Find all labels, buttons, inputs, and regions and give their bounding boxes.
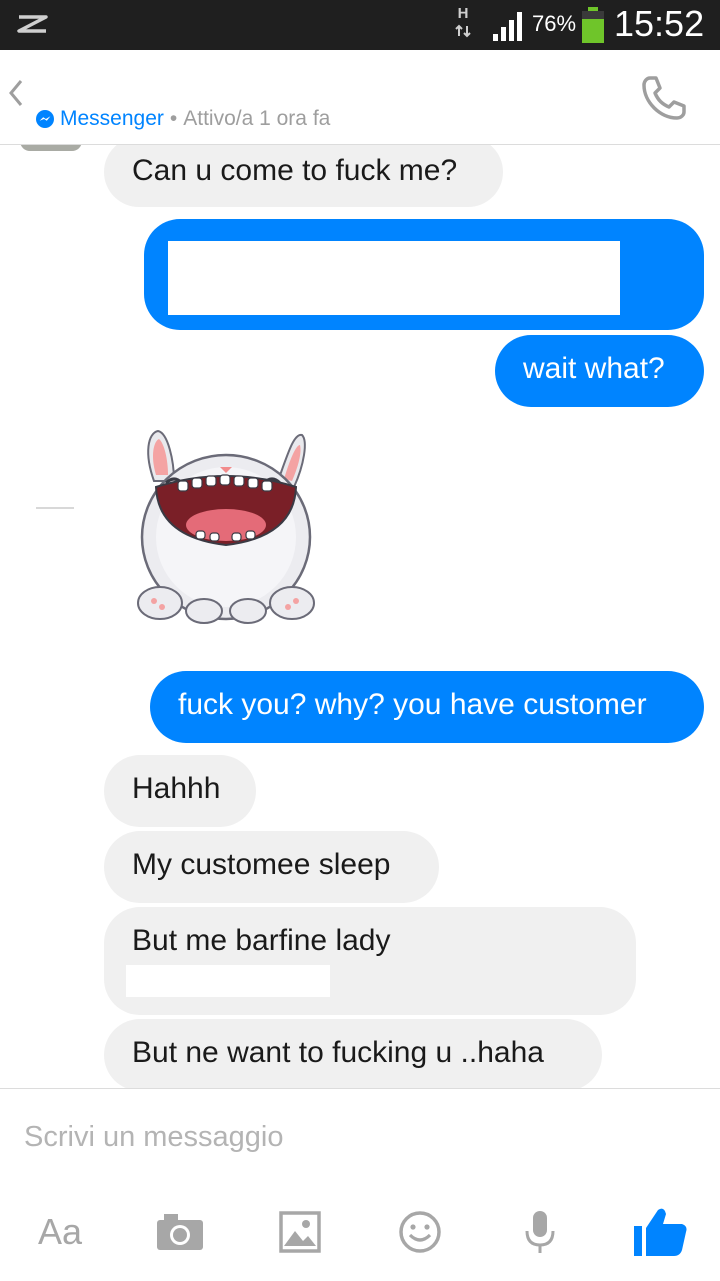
clock: 15:52 bbox=[614, 3, 705, 44]
like-button[interactable] bbox=[628, 1200, 692, 1264]
contact-status-line: Messenger • Attivo/a 1 ora fa bbox=[36, 106, 330, 132]
z-notification-icon bbox=[17, 15, 48, 33]
message-incoming-partially-redacted[interactable]: But me barfine lady bbox=[104, 907, 636, 1015]
laughing-bunny-sticker[interactable] bbox=[126, 425, 326, 645]
like-icon bbox=[634, 1208, 687, 1256]
camera-button[interactable] bbox=[148, 1200, 212, 1264]
messenger-label: Messenger bbox=[60, 107, 164, 130]
message-outgoing[interactable]: fuck you? why? you have customer bbox=[150, 671, 704, 743]
network-indicator-text: H bbox=[457, 5, 469, 22]
text-format-label: Aa bbox=[37, 1211, 83, 1252]
camera-icon bbox=[157, 1214, 203, 1250]
emoji-icon bbox=[399, 1211, 441, 1253]
microphone-button[interactable] bbox=[508, 1200, 572, 1264]
chevron-left-icon[interactable] bbox=[4, 78, 28, 108]
gallery-button[interactable] bbox=[268, 1200, 332, 1264]
h-network-icon: H bbox=[452, 6, 474, 42]
emoji-button[interactable] bbox=[388, 1200, 452, 1264]
message-outgoing-redacted[interactable] bbox=[144, 219, 704, 330]
avatar[interactable] bbox=[20, 145, 82, 151]
redaction-block bbox=[126, 965, 330, 997]
message-text: wait what? bbox=[523, 352, 665, 385]
status-bar: H 76% 15:52 bbox=[0, 0, 720, 50]
separator-dot: • bbox=[169, 107, 178, 130]
battery-percent: 76% bbox=[532, 11, 577, 36]
message-text: But ne want to fucking u ..haha bbox=[132, 1036, 544, 1069]
signal-icon bbox=[493, 12, 522, 41]
avatar-placeholder bbox=[36, 507, 74, 509]
active-status: Attivo/a 1 ora fa bbox=[183, 107, 331, 130]
message-incoming[interactable]: My customee sleep bbox=[104, 831, 439, 903]
message-text: fuck you? why? you have customer bbox=[178, 688, 647, 721]
redaction-block bbox=[168, 241, 620, 315]
message-incoming[interactable]: Hahhh bbox=[104, 755, 256, 827]
message-incoming[interactable]: But ne want to fucking u ..haha bbox=[104, 1019, 602, 1088]
composer bbox=[0, 1088, 720, 1281]
message-outgoing[interactable]: wait what? bbox=[495, 335, 704, 407]
message-input[interactable] bbox=[0, 1089, 720, 1185]
message-incoming[interactable]: Can u come to fuck me? bbox=[104, 145, 503, 207]
microphone-icon bbox=[525, 1211, 555, 1253]
phone-icon[interactable] bbox=[640, 74, 688, 122]
message-text: My customee sleep bbox=[132, 848, 391, 881]
message-text: Hahhh bbox=[132, 772, 221, 805]
gallery-icon bbox=[279, 1211, 321, 1253]
message-text: Can u come to fuck me? bbox=[132, 154, 458, 187]
message-list[interactable]: Can u come to fuck me? wait what? fuck y… bbox=[0, 145, 720, 1088]
messenger-icon bbox=[36, 110, 54, 128]
battery-icon bbox=[582, 7, 604, 43]
message-text: But me barfine lady bbox=[132, 924, 391, 957]
text-format-button[interactable]: Aa bbox=[28, 1200, 92, 1264]
conversation-header: Messenger • Attivo/a 1 ora fa bbox=[0, 50, 720, 145]
